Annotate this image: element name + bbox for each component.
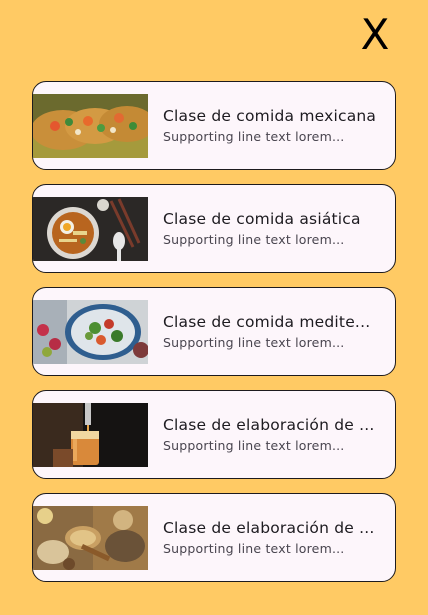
- item-subtitle: Supporting line text lorem...: [163, 438, 345, 453]
- item-title: Clase de elaboración de ...: [163, 519, 375, 537]
- salad-image: [33, 300, 148, 364]
- list-item[interactable]: Clase de comida asiática Supporting line…: [32, 184, 396, 273]
- list-item[interactable]: Clase de comida mexicana Supporting line…: [32, 81, 396, 170]
- tacos-image: [33, 94, 148, 158]
- list-item[interactable]: Clase de elaboración de ... Supporting l…: [32, 390, 396, 479]
- ramen-image: [33, 197, 148, 261]
- grains-image: [33, 506, 148, 570]
- class-list: Clase de comida mexicana Supporting line…: [32, 81, 396, 596]
- brewing-image: [33, 403, 148, 467]
- list-item[interactable]: Clase de elaboración de ... Supporting l…: [32, 493, 396, 582]
- item-subtitle: Supporting line text lorem...: [163, 232, 345, 247]
- item-title: Clase de comida medite...: [163, 313, 371, 331]
- item-title: Clase de comida mexicana: [163, 107, 377, 125]
- item-subtitle: Supporting line text lorem...: [163, 129, 345, 144]
- item-title: Clase de elaboración de ...: [163, 416, 375, 434]
- item-title: Clase de comida asiática: [163, 210, 361, 228]
- list-item[interactable]: Clase de comida medite... Supporting lin…: [32, 287, 396, 376]
- item-subtitle: Supporting line text lorem...: [163, 335, 345, 350]
- close-icon: X: [360, 10, 390, 59]
- close-button[interactable]: X: [352, 10, 398, 60]
- item-subtitle: Supporting line text lorem...: [163, 541, 345, 556]
